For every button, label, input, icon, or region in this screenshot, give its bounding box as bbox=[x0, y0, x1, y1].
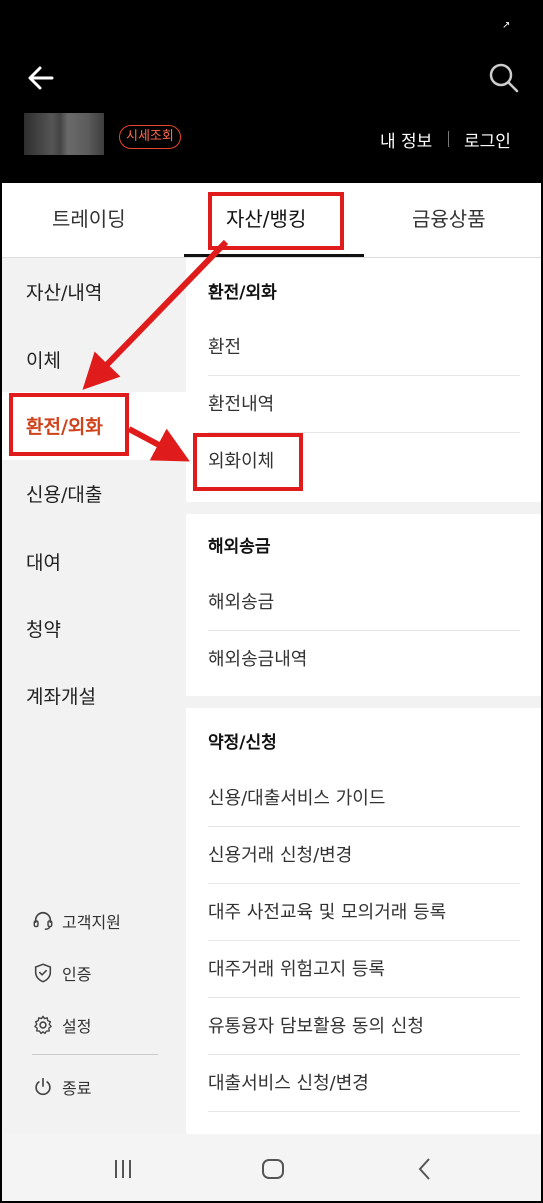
recent-apps-button[interactable] bbox=[108, 1154, 138, 1184]
back-arrow-icon bbox=[28, 66, 54, 90]
search-button[interactable] bbox=[486, 60, 522, 96]
sidebar-item-assets[interactable]: 자산/내역 bbox=[26, 278, 102, 305]
customer-support-label: 고객지원 bbox=[62, 913, 121, 932]
shield-check-icon bbox=[34, 963, 52, 983]
tab-trading[interactable]: 트레이딩 bbox=[52, 203, 126, 232]
menu-item-credit-guide[interactable]: 신용/대출서비스 가이드 bbox=[208, 770, 520, 827]
my-info-link[interactable]: 내 정보 bbox=[380, 127, 432, 152]
header-divider bbox=[448, 131, 449, 147]
recent-apps-icon bbox=[115, 1160, 131, 1178]
customer-support-button[interactable]: 고객지원 bbox=[32, 909, 121, 933]
menu-item-short-education[interactable]: 대주 사전교육 및 모의거래 등록 bbox=[208, 884, 520, 941]
headset-icon bbox=[33, 911, 53, 930]
menu-content: 환전/외화 환전 환전내역 외화이체 해외송금 해외송금 해외송금내역 약정/신… bbox=[186, 258, 541, 1134]
menu-item-collateral-consent[interactable]: 유통융자 담보활용 동의 신청 bbox=[208, 998, 520, 1055]
section-title-exchange: 환전/외화 bbox=[208, 283, 277, 303]
home-button[interactable] bbox=[258, 1154, 288, 1184]
section-gap bbox=[186, 502, 541, 514]
gear-icon bbox=[34, 1015, 52, 1035]
highlight-box-exchange bbox=[9, 393, 129, 456]
sidebar-item-credit-loan[interactable]: 신용/대출 bbox=[26, 480, 102, 507]
login-link[interactable]: 로그인 bbox=[464, 127, 511, 152]
sidebar-item-transfer[interactable]: 이체 bbox=[26, 346, 61, 373]
sidebar-item-open-account[interactable]: 계좌개설 bbox=[26, 682, 96, 709]
sidebar-item-lending[interactable]: 대여 bbox=[26, 548, 61, 575]
menu-item-loan-service-apply[interactable]: 대출서비스 신청/변경 bbox=[208, 1055, 520, 1112]
highlight-box-foreign-transfer bbox=[193, 433, 303, 491]
home-icon bbox=[262, 1159, 284, 1179]
certification-button[interactable]: 인증 bbox=[32, 961, 91, 985]
settings-label: 설정 bbox=[62, 1017, 92, 1036]
system-nav-bar bbox=[2, 1134, 541, 1201]
section-title-agreements: 약정/신청 bbox=[208, 733, 277, 753]
active-tab-indicator bbox=[184, 254, 364, 257]
highlight-box-asset-banking bbox=[208, 192, 344, 250]
user-avatar bbox=[24, 113, 104, 155]
sidebar-divider bbox=[32, 1054, 158, 1055]
sidebar: 자산/내역 이체 환전/외화 신용/대출 대여 청약 계좌개설 고객지원 인증 bbox=[2, 258, 186, 1134]
search-icon bbox=[489, 63, 519, 93]
menu-item-short-risk-notice[interactable]: 대주거래 위험고지 등록 bbox=[208, 941, 520, 998]
exit-button[interactable]: 종료 bbox=[32, 1075, 91, 1099]
section-title-overseas-remittance: 해외송금 bbox=[208, 537, 271, 557]
settings-button[interactable]: 설정 bbox=[32, 1013, 91, 1037]
back-button[interactable] bbox=[22, 60, 62, 96]
menu-item-remittance-history[interactable]: 해외송금내역 bbox=[208, 631, 520, 688]
quote-badge[interactable]: 시세조회 bbox=[119, 125, 181, 149]
menu-item-exchange-history[interactable]: 환전내역 bbox=[208, 376, 520, 433]
certification-label: 인증 bbox=[62, 965, 92, 984]
menu-item-overseas-remittance[interactable]: 해외송금 bbox=[208, 574, 520, 631]
sidebar-item-subscription[interactable]: 청약 bbox=[26, 615, 61, 642]
phone-frame: { "header": { "status_mark": "\u2197", "… bbox=[0, 0, 543, 1203]
section-gap bbox=[186, 696, 541, 708]
exit-label: 종료 bbox=[62, 1079, 92, 1098]
tab-financial-products[interactable]: 금융상품 bbox=[412, 203, 486, 232]
back-nav-button[interactable] bbox=[410, 1154, 440, 1184]
status-icon: ↗ bbox=[502, 20, 511, 31]
power-icon bbox=[35, 1077, 51, 1096]
back-chevron-icon bbox=[418, 1158, 430, 1180]
menu-item-exchange[interactable]: 환전 bbox=[208, 319, 520, 376]
app-header: ↗ 시세조회 내 정보 로그인 bbox=[2, 2, 541, 183]
menu-item-credit-trade-apply[interactable]: 신용거래 신청/변경 bbox=[208, 827, 520, 884]
